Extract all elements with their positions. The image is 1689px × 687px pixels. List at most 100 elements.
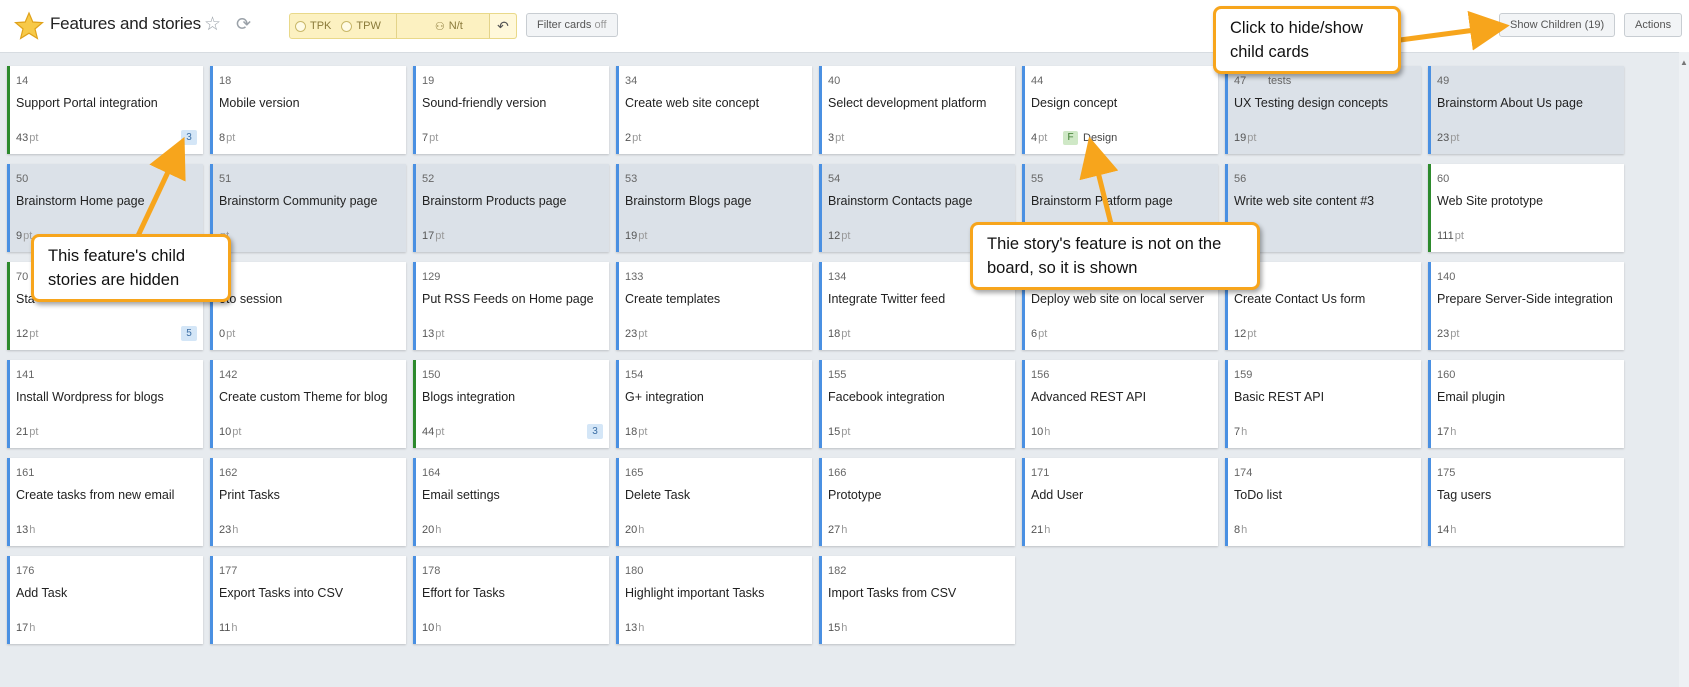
effort-unit: pt [226, 132, 236, 144]
card-effort: 19pt [625, 230, 647, 242]
tpw-radio[interactable] [341, 20, 353, 32]
effort-unit: pt [638, 328, 648, 340]
story-card[interactable]: 47 tests UX Testing design concepts 19pt [1225, 66, 1421, 154]
story-card[interactable]: 53 Brainstorm Blogs page 19pt [616, 164, 812, 252]
effort-value: 2 [625, 132, 632, 144]
card-effort: 2pt [625, 132, 641, 144]
card-effort: 3pt [828, 132, 844, 144]
story-card[interactable]: 177 Export Tasks into CSV 11h [210, 556, 406, 644]
metric-tpw[interactable]: TPW [336, 14, 385, 38]
story-card[interactable]: 155 Facebook integration 15pt [819, 360, 1015, 448]
story-card[interactable]: 162 Print Tasks 23h [210, 458, 406, 546]
story-card[interactable]: 5oto session0pt [210, 262, 406, 350]
story-card[interactable]: 178 Effort for Tasks 10h [413, 556, 609, 644]
effort-unit: pt [841, 328, 851, 340]
filter-cards-button[interactable]: Filter cards off [526, 13, 618, 37]
effort-unit: h [1450, 426, 1457, 438]
child-count-badge[interactable]: 3 [587, 424, 603, 439]
story-card[interactable]: 34 Create web site concept 2pt [616, 66, 812, 154]
story-card[interactable]: 19 Sound-friendly version 7pt [413, 66, 609, 154]
effort-value: 6 [1031, 328, 1038, 340]
card-id: 156 [1031, 369, 1050, 381]
story-card[interactable]: 141 Install Wordpress for blogs 21pt [7, 360, 203, 448]
actions-button[interactable]: Actions [1624, 13, 1683, 37]
child-count-badge[interactable]: 3 [181, 130, 197, 145]
callout-story-feature: Thie story's feature is not on the board… [970, 222, 1260, 290]
card-id: 18 [219, 75, 232, 87]
card-effort: 17h [1437, 426, 1456, 438]
effort-unit: pt [632, 132, 642, 144]
card-name: Export Tasks into CSV [219, 586, 344, 600]
show-children-button[interactable]: Show Children (19) [1499, 13, 1616, 37]
card-effort: 12pt [16, 328, 38, 340]
card-name: Facebook integration [828, 390, 945, 404]
feature-letter-icon: F [1063, 131, 1078, 145]
story-card[interactable]: 51Brainstorm Community pagept [210, 164, 406, 252]
effort-value: 43 [16, 132, 29, 144]
story-card[interactable]: 40 Select development platform 3pt [819, 66, 1015, 154]
card-id: 166 [828, 467, 847, 479]
story-card[interactable]: 133 Create templates 23pt [616, 262, 812, 350]
story-card[interactable]: 182 Import Tasks from CSV 15h [819, 556, 1015, 644]
story-card[interactable]: 175 Tag users 14h [1428, 458, 1624, 546]
callout-feature-hidden: This feature's child stories are hidden [31, 234, 231, 302]
story-card[interactable]: 180 Highlight important Tasks 13h [616, 556, 812, 644]
story-card[interactable]: 49 Brainstorm About Us page 23pt [1428, 66, 1624, 154]
effort-value: 8 [219, 132, 226, 144]
story-card[interactable]: 156 Advanced REST API 10h [1022, 360, 1218, 448]
tpk-radio[interactable] [295, 20, 306, 32]
story-card[interactable]: 140 Prepare Server-Side integration 23pt [1428, 262, 1624, 350]
undo-icon[interactable]: ↶ [489, 14, 516, 38]
metric-nt[interactable]: ⚇ N/t [395, 14, 501, 38]
story-card[interactable]: 18 Mobile version 8pt [210, 66, 406, 154]
card-name: Integrate Twitter feed [828, 292, 946, 306]
effort-value: 14 [1437, 524, 1450, 536]
story-card[interactable]: 154 G+ integration 18pt [616, 360, 812, 448]
story-card[interactable]: 129 Put RSS Feeds on Home page 13pt [413, 262, 609, 350]
metric-tpk[interactable]: TPK [290, 14, 336, 38]
story-card[interactable]: 44 Design concept 4pt F Design [1022, 66, 1218, 154]
card-effort: 23pt [1437, 328, 1459, 340]
story-card[interactable]: 171 Add User 21h [1022, 458, 1218, 546]
effort-unit: h [841, 622, 848, 634]
effort-unit: pt [835, 132, 845, 144]
card-id: 160 [1437, 369, 1456, 381]
favorite-star-icon[interactable]: ☆ [204, 15, 221, 34]
page-title: Features and stories [50, 14, 201, 33]
callout-show-children: Click to hide/show child cards [1213, 6, 1401, 74]
feature-card[interactable]: 14 Support Portal integration 43pt 3 [7, 66, 203, 154]
effort-value: 12 [828, 230, 841, 242]
card-effort: 13h [625, 622, 644, 634]
story-card[interactable]: 174 ToDo list 8h [1225, 458, 1421, 546]
feature-card[interactable]: 60 Web Site prototype 111pt [1428, 164, 1624, 252]
story-card[interactable]: 160 Email plugin 17h [1428, 360, 1624, 448]
effort-unit: pt [1454, 230, 1464, 242]
refresh-icon[interactable]: ⟳ [236, 15, 251, 33]
scroll-up-icon[interactable]: ▲ [1680, 58, 1688, 67]
story-card[interactable]: 165 Delete Task 20h [616, 458, 812, 546]
card-name: Email plugin [1437, 390, 1506, 404]
card-effort: 44pt [422, 426, 444, 438]
story-card[interactable]: 52 Brainstorm Products page 17pt [413, 164, 609, 252]
story-card[interactable]: 142 Create custom Theme for blog 10pt [210, 360, 406, 448]
story-card[interactable]: 166 Prototype 27h [819, 458, 1015, 546]
effort-value: 18 [625, 426, 638, 438]
story-card[interactable]: 176 Add Task 17h [7, 556, 203, 644]
card-id: 154 [625, 369, 644, 381]
effort-value: 12 [1234, 328, 1247, 340]
child-count-badge[interactable]: 5 [181, 326, 197, 341]
card-name: Delete Task [625, 488, 691, 502]
tpk-label: TPK [310, 20, 332, 32]
feature-card[interactable]: 150 Blogs integration 44pt 3 [413, 360, 609, 448]
feature-name: Design [1083, 132, 1118, 144]
story-card[interactable]: 159 Basic REST API 7h [1225, 360, 1421, 448]
card-name: Put RSS Feeds on Home page [422, 292, 594, 306]
card-feature-badge[interactable]: F Design [1063, 131, 1117, 145]
effort-unit: h [1450, 524, 1457, 536]
story-card[interactable]: 161 Create tasks from new email 13h [7, 458, 203, 546]
effort-value: 44 [422, 426, 435, 438]
card-name: Brainstorm Community page [219, 194, 378, 208]
story-card[interactable]: 164 Email settings 20h [413, 458, 609, 546]
effort-value: 20 [625, 524, 638, 536]
vertical-scrollbar[interactable] [1679, 52, 1689, 687]
